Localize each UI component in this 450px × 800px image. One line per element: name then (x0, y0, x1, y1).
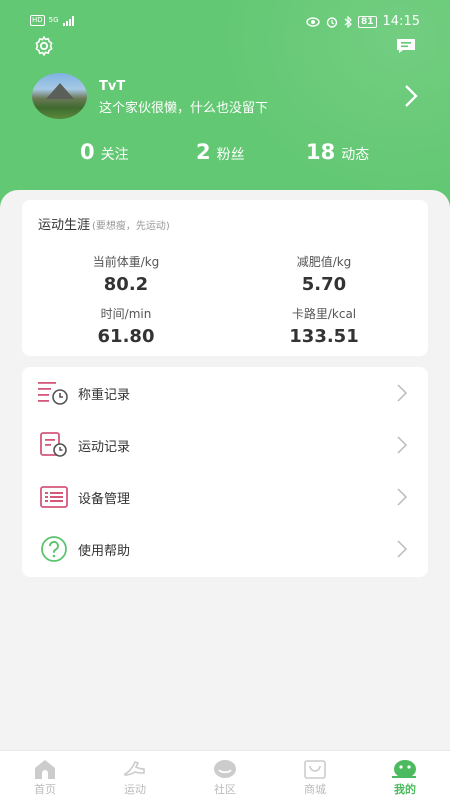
menu-item-label: 使用帮助 (78, 544, 131, 559)
stat-followers[interactable]: 2 粉丝 (196, 140, 245, 164)
status-bar: HD 5G 81 14:15 (0, 0, 450, 44)
stat-posts[interactable]: 18 动态 (306, 140, 369, 164)
stat-posts-label: 动态 (341, 147, 370, 163)
metric-label: 时间/min (100, 307, 152, 321)
menu-item-help[interactable]: 使用帮助 (22, 523, 428, 575)
chevron-right-icon (397, 436, 408, 454)
menu-item-exercise-record[interactable]: 运动记录 (22, 419, 428, 471)
tab-label: 我的 (394, 783, 416, 796)
career-subtitle: (要想瘦，先运动) (92, 221, 170, 232)
metric-weight-loss: 减肥值/kg 5.70 (244, 253, 404, 295)
stat-following-value: 0 (80, 140, 95, 164)
metric-value: 80.2 (103, 274, 149, 295)
menu-item-label: 运动记录 (78, 440, 131, 455)
chevron-right-icon (397, 488, 408, 506)
stat-followers-value: 2 (196, 140, 211, 164)
metric-label: 当前体重/kg (92, 255, 160, 269)
community-icon (214, 760, 236, 778)
clock: 14:15 (382, 14, 420, 29)
eye-icon (306, 16, 320, 27)
home-icon (35, 760, 55, 779)
network-status: HD 5G (30, 15, 74, 26)
metric-label: 卡路里/kcal (291, 307, 357, 321)
hd-tag: HD (30, 15, 45, 26)
tab-community[interactable]: 社区 (180, 751, 270, 800)
tab-label: 运动 (124, 783, 146, 796)
profile-row[interactable]: TvT 这个家伙很懒，什么也没留下 (32, 73, 422, 121)
battery-indicator: 81 (358, 15, 377, 28)
metric-current-weight: 当前体重/kg 80.2 (46, 253, 206, 295)
bluetooth-icon (344, 15, 352, 28)
exercise-icon (124, 761, 145, 776)
stat-followers-label: 粉丝 (216, 147, 245, 163)
metric-time: 时间/min 61.80 (46, 305, 206, 347)
social-stats: 0 关注 2 粉丝 18 动态 (0, 140, 450, 172)
bottom-tab-bar: 首页 运动 社区 商城 我的 (0, 750, 450, 800)
avatar[interactable] (32, 73, 87, 119)
career-title-text: 运动生涯 (38, 218, 91, 233)
system-status: 81 14:15 (306, 14, 420, 29)
chevron-right-icon (397, 540, 408, 558)
weigh-record-icon (38, 382, 68, 405)
5g-tag: 5G (48, 16, 59, 24)
exercise-record-icon (40, 432, 67, 457)
tab-label: 商城 (304, 783, 326, 796)
metric-value: 133.51 (289, 326, 359, 347)
help-icon (41, 536, 67, 562)
signal-icon (62, 15, 74, 26)
shop-icon (304, 760, 326, 779)
tab-label: 社区 (214, 783, 236, 796)
metric-label: 减肥值/kg (296, 255, 352, 269)
chevron-right-icon (397, 384, 408, 402)
menu-card: 称重记录 运动记录 设备管理 使用帮助 (22, 367, 428, 577)
metric-value: 5.70 (301, 274, 347, 295)
alarm-icon (326, 16, 338, 28)
stat-posts-value: 18 (306, 140, 336, 164)
menu-item-label: 设备管理 (78, 492, 131, 507)
career-title: 运动生涯 (要想瘦，先运动) (38, 214, 170, 233)
menu-item-label: 称重记录 (78, 388, 131, 403)
tab-label: 首页 (34, 783, 56, 796)
gear-icon[interactable] (32, 34, 56, 58)
stat-following-label: 关注 (100, 147, 129, 163)
username: TvT (99, 79, 126, 94)
device-icon (40, 486, 68, 508)
profile-header: HD 5G 81 14:15 TvT 这个家伙很懒，什么也没留下 0 关注 2 … (0, 0, 450, 220)
tab-shop[interactable]: 商城 (270, 751, 360, 800)
active-tab-indicator (392, 776, 416, 778)
metric-calories: 卡路里/kcal 133.51 (244, 305, 404, 347)
metric-value: 61.80 (97, 326, 155, 347)
user-bio: 这个家伙很懒，什么也没留下 (99, 101, 269, 116)
tab-home[interactable]: 首页 (0, 751, 90, 800)
chevron-right-icon[interactable] (400, 83, 422, 109)
message-icon[interactable] (394, 34, 418, 58)
stat-following[interactable]: 0 关注 (80, 140, 129, 164)
menu-item-device[interactable]: 设备管理 (22, 471, 428, 523)
tab-exercise[interactable]: 运动 (90, 751, 180, 800)
career-card: 运动生涯 (要想瘦，先运动) 当前体重/kg 80.2 减肥值/kg 5.70 时… (22, 200, 428, 356)
menu-item-weigh-record[interactable]: 称重记录 (22, 367, 428, 419)
